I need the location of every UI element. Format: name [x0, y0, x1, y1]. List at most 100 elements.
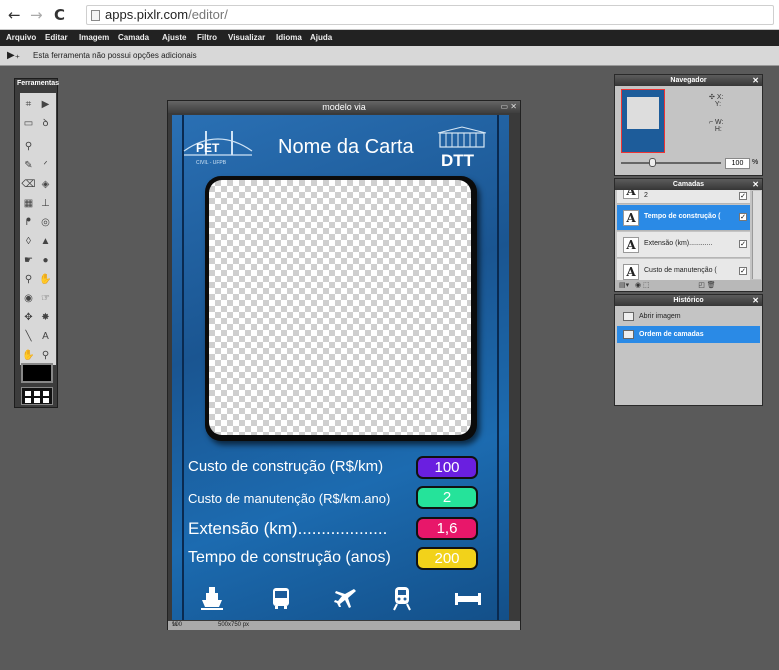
pet-logo-text: PET: [196, 141, 220, 155]
menu-filtro[interactable]: Filtro: [197, 33, 217, 42]
smudge-icon[interactable]: ☛: [20, 252, 37, 269]
train-icon: [393, 587, 411, 611]
stat-label-custo-manutencao: Custo de manutenção (R$/km.ano): [188, 491, 391, 506]
close-icon[interactable]: ✕: [752, 75, 759, 86]
pinch-icon[interactable]: ✥: [20, 309, 37, 326]
bus-icon: [273, 588, 289, 609]
menu-camada[interactable]: Camada: [118, 33, 149, 42]
layers-list: A 2 ✓ A Tempo de construção (✓ A Extensão (k…: [615, 190, 752, 280]
transparent-image-area[interactable]: [209, 180, 471, 435]
zoom-input[interactable]: 100: [725, 158, 750, 169]
menu-visualizar[interactable]: Visualizar: [228, 33, 265, 42]
document-title: modelo via: [168, 101, 520, 113]
url-host: apps.pixlr.com: [105, 7, 189, 22]
stat-value-tempo-construcao: 200: [416, 547, 478, 570]
menu-ajuda[interactable]: Ajuda: [310, 33, 332, 42]
back-icon[interactable]: ←: [8, 6, 21, 24]
view-options-icon[interactable]: [21, 387, 53, 405]
image-frame: [205, 176, 477, 441]
menu-editar[interactable]: Editar: [45, 33, 68, 42]
bloat-icon[interactable]: ✸: [37, 309, 54, 326]
dtt-logo-text: DTT: [441, 151, 475, 170]
zoom-bulb-icon[interactable]: ⚲: [20, 271, 37, 288]
reload-icon[interactable]: C: [54, 6, 65, 24]
bridge-icon: [455, 593, 481, 605]
stat-label-custo-construcao: Custo de construção (R$/km): [188, 458, 384, 475]
options-bar: ▶₊ Esta ferramenta não possui opções adi…: [0, 46, 779, 66]
crop-icon[interactable]: ⌗: [20, 96, 37, 113]
marquee-icon[interactable]: ▭: [20, 115, 37, 132]
dodge-icon[interactable]: ●: [37, 252, 54, 269]
hand-icon[interactable]: ✋: [20, 347, 37, 364]
close-icon[interactable]: ✕: [752, 179, 759, 190]
tools-grid: ⌗ ▶▭ ꝺ⚲✎ ᐟ⌫ ◈▦ ⊥ᖰ ◎◊ ▲☛ ●⚲ ✋◉ ☞✥ ✸╲ A✋ ⚲: [20, 93, 56, 365]
stat-value-custo-construcao: 100: [416, 456, 478, 479]
move-tool-icon: ▶₊: [7, 50, 20, 61]
gradient-icon[interactable]: ▦: [20, 195, 37, 212]
history-item[interactable]: Abrir imagem: [617, 308, 760, 325]
layer-item[interactable]: A Extensão (km)............ ✓: [617, 232, 750, 258]
options-message: Esta ferramenta não possui opções adicio…: [33, 51, 197, 60]
navigator-thumbnail[interactable]: [621, 89, 665, 153]
eraser-icon[interactable]: ⌫: [20, 176, 37, 193]
navigator-title: Navegador: [670, 77, 707, 84]
text-icon[interactable]: A: [37, 328, 54, 345]
dtt-logo: DTT: [437, 126, 487, 170]
menu-bar: Arquivo Editar Imagem Camada Ajuste Filt…: [0, 30, 779, 46]
lasso-icon[interactable]: ꝺ: [37, 115, 54, 132]
document-window: modelo via ▭ ✕ PET CIVIL - UFPB Nome da …: [167, 100, 521, 630]
move-icon[interactable]: ▶: [37, 96, 54, 113]
sponge-icon[interactable]: ◎: [37, 214, 54, 231]
document-size: 500x750 px: [218, 622, 250, 628]
stamp-icon[interactable]: ⊥: [37, 195, 54, 212]
address-bar[interactable]: apps.pixlr.com/editor/: [86, 5, 774, 25]
layers-scrollbar[interactable]: [752, 191, 761, 279]
menu-ajuste[interactable]: Ajuste: [162, 33, 186, 42]
ship-icon: [201, 587, 223, 610]
zoom-unit: %: [752, 159, 759, 166]
browser-toolbar: ← → C apps.pixlr.com/editor/: [0, 0, 779, 30]
foreground-color-swatch[interactable]: [21, 363, 53, 383]
wand-icon[interactable]: ⚲: [20, 138, 37, 155]
layer-item[interactable]: A Custo de manutenção (✓: [617, 259, 750, 280]
menu-arquivo[interactable]: Arquivo: [6, 33, 36, 42]
stat-value-custo-manutencao: 2: [416, 486, 478, 509]
burn-icon[interactable]: ✋: [37, 271, 54, 288]
stat-value-extensao: 1,6: [416, 517, 478, 540]
layer-item[interactable]: A 2 ✓: [617, 190, 750, 204]
close-icon[interactable]: ✕: [752, 295, 759, 306]
pencil-icon[interactable]: ✎: [20, 157, 37, 174]
layers-title: Camadas: [672, 181, 705, 188]
forward-icon[interactable]: →: [30, 6, 43, 24]
history-item[interactable]: Ordem de camadas: [617, 326, 760, 343]
navigator-panel: Navegador ✕ ✣ X: Y: ⌐ W: H: 100 %: [614, 74, 763, 176]
zoom-slider-handle[interactable]: [649, 158, 656, 167]
layer-actions[interactable]: ▤▾ ◉ ⬚ ◰ 🗑: [615, 280, 762, 291]
stat-label-tempo-construcao: Tempo de construção (anos): [188, 549, 391, 566]
magnifier-icon[interactable]: ⚲: [37, 347, 54, 364]
colorpicker-icon[interactable]: ᖰ: [20, 214, 37, 231]
window-controls[interactable]: ▭ ✕: [501, 102, 517, 111]
eye-icon[interactable]: ◉: [20, 290, 37, 307]
menu-idioma[interactable]: Idioma: [276, 33, 302, 42]
stat-label-extensao: Extensão (km)...................: [188, 519, 388, 538]
drop-icon[interactable]: ◊: [20, 233, 37, 250]
tools-title: Ferramentas: [17, 80, 60, 87]
line-icon[interactable]: ╲: [20, 328, 37, 345]
transport-icons: [172, 585, 509, 615]
menu-imagem[interactable]: Imagem: [79, 33, 109, 42]
zoom-slider[interactable]: [621, 162, 721, 164]
history-panel: Histórico ✕ Abrir imagem Ordem de camadas: [614, 294, 763, 406]
history-icon: [623, 312, 634, 321]
tool-slot: [37, 132, 54, 149]
hand-smudge-icon[interactable]: ☞: [37, 290, 54, 307]
card-title: Nome da Carta: [278, 136, 414, 158]
document-statusbar: 100 % 500x750 px: [168, 621, 520, 630]
airplane-icon: [334, 589, 356, 608]
card-canvas[interactable]: PET CIVIL - UFPB Nome da Carta DTT Custo…: [172, 115, 509, 620]
pet-logo: PET CIVIL - UFPB: [183, 131, 253, 166]
sharpen-icon[interactable]: ▲: [37, 233, 54, 250]
bucket-icon[interactable]: ◈: [37, 176, 54, 193]
layer-item[interactable]: A Tempo de construção (✓: [617, 205, 750, 231]
brush-icon[interactable]: ᐟ: [37, 157, 54, 174]
